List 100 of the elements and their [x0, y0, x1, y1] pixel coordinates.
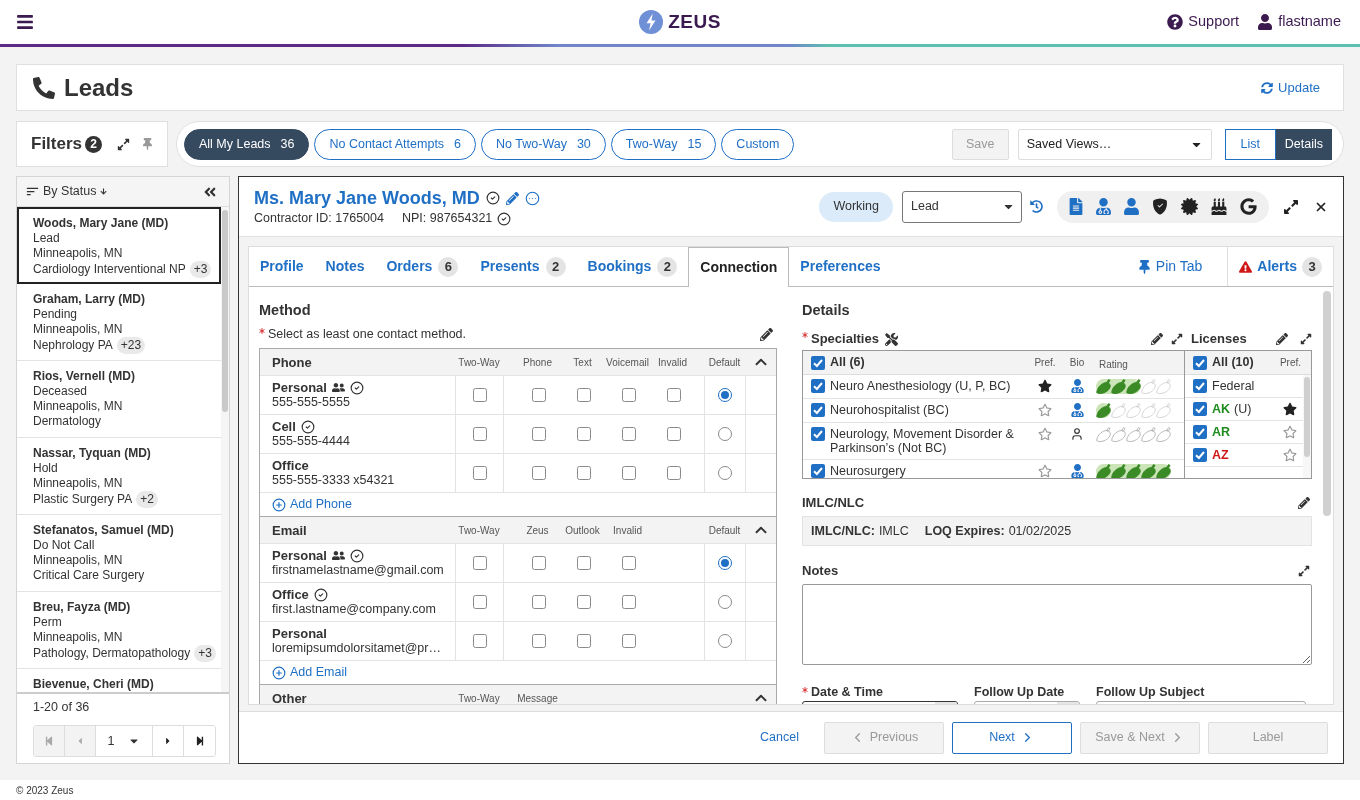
view-filter-button[interactable]: All My Leads 36: [184, 128, 310, 160]
checkbox[interactable]: [531, 466, 546, 480]
view-mode-button[interactable]: List: [1224, 128, 1276, 160]
checkbox[interactable]: [666, 388, 681, 402]
user-menu[interactable]: flastname: [1257, 11, 1341, 33]
checkbox[interactable]: [472, 388, 487, 402]
radio-button[interactable]: [718, 634, 732, 648]
scrollbar-thumb[interactable]: [222, 210, 228, 412]
person-icon[interactable]: [1124, 198, 1139, 215]
pin-icon[interactable]: [142, 138, 153, 150]
checkbox[interactable]: [472, 466, 487, 480]
footer-button[interactable]: Next: [952, 721, 1072, 754]
checkbox[interactable]: [811, 379, 825, 393]
checkbox[interactable]: [576, 466, 591, 480]
checkbox[interactable]: [531, 427, 546, 441]
view-filter-button[interactable]: Two-Way 15: [610, 128, 717, 160]
add-link[interactable]: Add Phone: [272, 495, 352, 514]
radio-button[interactable]: [718, 595, 732, 609]
checkbox[interactable]: [472, 556, 487, 570]
checkbox[interactable]: [576, 427, 591, 441]
expand-icon[interactable]: [1283, 198, 1299, 215]
checkbox[interactable]: [621, 427, 636, 441]
expand-icon[interactable]: [1298, 565, 1310, 577]
stage-select[interactable]: Lead: [902, 190, 1022, 223]
history-icon[interactable]: [1030, 200, 1043, 213]
radio-button[interactable]: [718, 388, 732, 402]
tab[interactable]: Profile: [249, 247, 315, 286]
cancel-link[interactable]: Cancel: [760, 728, 799, 747]
tab[interactable]: Notes: [314, 247, 376, 286]
expand-icon[interactable]: [1171, 333, 1183, 345]
alerts-tab[interactable]: Alerts 3: [1228, 247, 1333, 286]
tools-icon[interactable]: [884, 332, 898, 346]
tab[interactable]: Orders 6: [375, 247, 470, 286]
person-icon[interactable]: [1070, 427, 1084, 441]
star-icon[interactable]: [1038, 403, 1052, 417]
support-link[interactable]: Support: [1167, 11, 1240, 33]
update-button[interactable]: Update: [1261, 77, 1320, 98]
checkbox[interactable]: [576, 556, 591, 570]
radio-button[interactable]: [718, 427, 732, 441]
checkbox[interactable]: [811, 403, 825, 417]
shield-check-icon[interactable]: [1152, 198, 1168, 215]
notes-field[interactable]: [802, 584, 1312, 665]
checkbox[interactable]: [811, 427, 825, 441]
checkbox[interactable]: [1193, 425, 1207, 439]
doctor-icon[interactable]: [1070, 379, 1084, 393]
tab[interactable]: Preferences: [789, 247, 892, 286]
view-filter-button[interactable]: No Two-Way 30: [481, 128, 606, 160]
checkbox[interactable]: [531, 595, 546, 609]
star-icon[interactable]: [1283, 402, 1297, 416]
checkbox[interactable]: [1193, 448, 1207, 462]
checkbox[interactable]: [531, 634, 546, 648]
view-mode-button[interactable]: Details: [1275, 128, 1332, 160]
tab[interactable]: Connection: [688, 247, 790, 287]
checkbox[interactable]: [472, 595, 487, 609]
checkbox[interactable]: [472, 634, 487, 648]
menu-icon[interactable]: [16, 13, 34, 31]
pin-tab-button[interactable]: Pin Tab: [1138, 247, 1203, 286]
seal-icon[interactable]: [1181, 198, 1198, 215]
checkbox[interactable]: [811, 355, 825, 370]
radio-button[interactable]: [718, 466, 732, 480]
add-link[interactable]: Add Email: [272, 663, 347, 682]
doctor-icon[interactable]: [1096, 198, 1111, 215]
star-icon[interactable]: [1038, 464, 1052, 478]
star-icon[interactable]: [1283, 425, 1297, 439]
more-options-icon[interactable]: [524, 190, 540, 206]
expand-icon[interactable]: [117, 137, 130, 151]
checkbox[interactable]: [621, 466, 636, 480]
sort-button[interactable]: By Status: [25, 182, 107, 201]
scrollbar-thumb[interactable]: [1304, 377, 1310, 457]
document-icon[interactable]: [1069, 198, 1083, 215]
doctor-icon[interactable]: [1070, 464, 1084, 478]
radio-button[interactable]: [718, 556, 732, 570]
checkbox[interactable]: [472, 427, 487, 441]
checkbox[interactable]: [666, 466, 681, 480]
edit-icon[interactable]: [1298, 497, 1310, 509]
checkbox[interactable]: [576, 634, 591, 648]
checkbox[interactable]: [531, 556, 546, 570]
star-icon[interactable]: [1283, 448, 1297, 462]
checkbox[interactable]: [621, 595, 636, 609]
checkbox[interactable]: [1193, 355, 1207, 370]
g-logo-icon[interactable]: [1240, 198, 1257, 215]
expand-icon[interactable]: [1300, 333, 1312, 345]
checkbox[interactable]: [576, 595, 591, 609]
doctor-icon[interactable]: [1070, 403, 1084, 417]
edit-icon[interactable]: [1276, 333, 1288, 345]
star-icon[interactable]: [1038, 379, 1052, 393]
checkbox[interactable]: [1193, 402, 1207, 416]
scrollbar-thumb[interactable]: [1323, 291, 1331, 516]
checkbox[interactable]: [576, 388, 591, 402]
tab[interactable]: Bookings 2: [576, 247, 689, 286]
checkbox[interactable]: [811, 464, 825, 478]
checkbox[interactable]: [531, 388, 546, 402]
checkbox[interactable]: [666, 427, 681, 441]
view-filter-button[interactable]: No Contact Attempts 6: [314, 128, 477, 160]
saved-views-select[interactable]: Saved Views…: [1017, 128, 1212, 160]
checkbox[interactable]: [621, 556, 636, 570]
tab[interactable]: Presents 2: [469, 247, 577, 286]
edit-icon[interactable]: [1151, 333, 1163, 345]
cake-icon[interactable]: [1211, 198, 1227, 215]
edit-icon[interactable]: [760, 327, 773, 341]
